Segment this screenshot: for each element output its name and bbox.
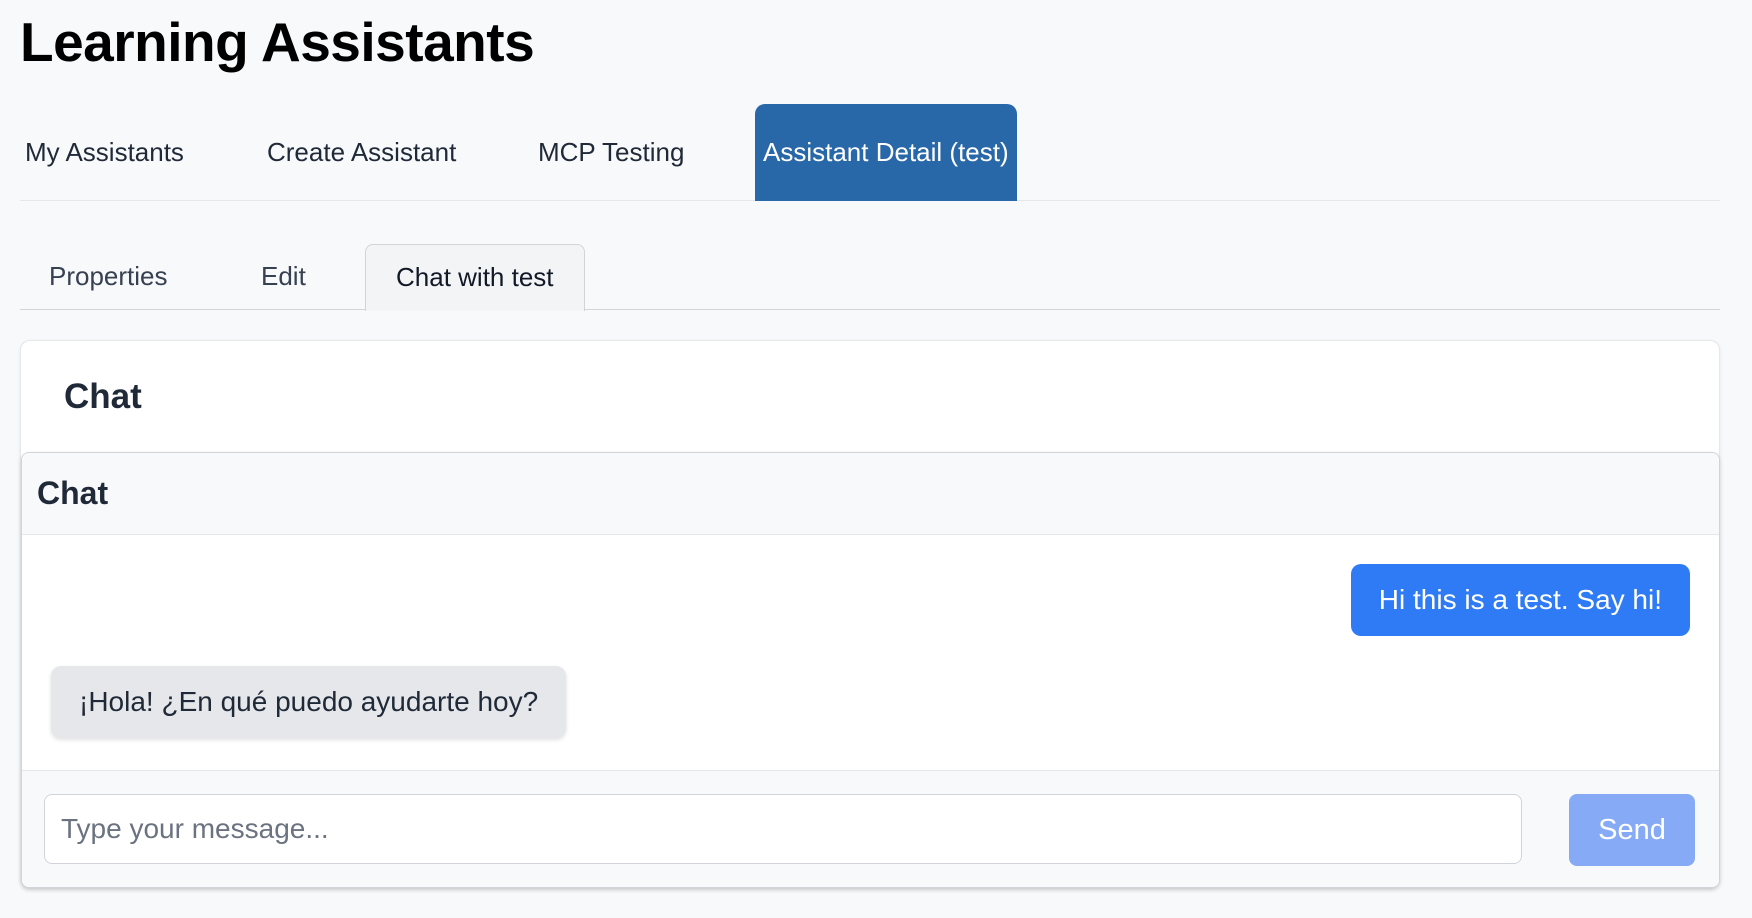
tab-mcp-testing[interactable]: MCP Testing — [538, 104, 684, 201]
message-list[interactable]: Hi this is a test. Say hi! ¡Hola! ¿En qu… — [22, 535, 1719, 769]
chat-card: Chat Chat Hi this is a test. Say hi! ¡Ho… — [20, 340, 1720, 889]
message-composer: Send — [22, 770, 1719, 887]
tab-create-assistant[interactable]: Create Assistant — [267, 104, 456, 201]
card-title: Chat — [64, 377, 142, 416]
chat-header: Chat — [22, 453, 1719, 535]
assistant-message-bubble: ¡Hola! ¿En qué puedo ayudarte hoy? — [51, 666, 567, 738]
chat-panel: Chat Hi this is a test. Say hi! ¡Hola! ¿… — [21, 452, 1720, 888]
tab-assistant-detail[interactable]: Assistant Detail (test) — [755, 104, 1017, 201]
subtab-chat-with-test[interactable]: Chat with test — [365, 244, 585, 311]
tab-my-assistants[interactable]: My Assistants — [25, 104, 184, 201]
message-input[interactable] — [44, 794, 1522, 864]
chat-header-title: Chat — [37, 475, 109, 511]
send-button[interactable]: Send — [1569, 794, 1695, 866]
detail-tab-bar: Properties Edit Chat with test — [20, 244, 1720, 311]
subtab-properties[interactable]: Properties — [49, 244, 168, 309]
page-title: Learning Assistants — [20, 11, 535, 73]
subtab-edit[interactable]: Edit — [261, 244, 306, 309]
user-message-bubble: Hi this is a test. Say hi! — [1350, 564, 1690, 636]
main-tab-bar: My Assistants Create Assistant MCP Testi… — [20, 104, 1720, 201]
